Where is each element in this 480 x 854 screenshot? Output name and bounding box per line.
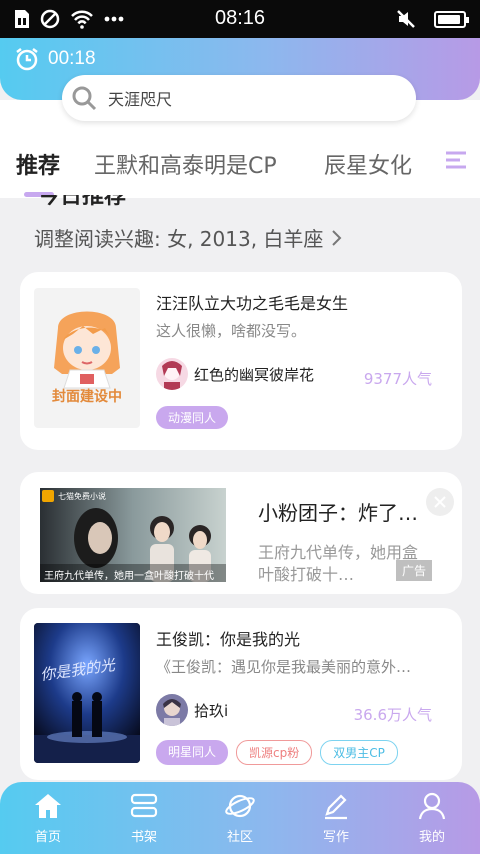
- tab-topic[interactable]: 王默和高泰明是CP: [94, 148, 277, 180]
- tab-recommend[interactable]: 推荐: [16, 148, 60, 180]
- nav-profile[interactable]: 我的: [402, 792, 462, 845]
- filter-menu-icon: [446, 151, 466, 169]
- book-cover[interactable]: 你是我的光: [34, 623, 140, 763]
- book-description: 《王俊凯：遇见你是我最美丽的意外…: [156, 658, 412, 676]
- nav-write[interactable]: 写作: [306, 792, 366, 845]
- book-author[interactable]: 拾玖i: [156, 694, 228, 726]
- book-cover[interactable]: 封面建设中: [34, 288, 140, 428]
- search-icon: [72, 86, 97, 111]
- mute-icon: [397, 10, 415, 28]
- ad-card[interactable]: 七猫免费小说 王府九代单传，她用一盒叶酸打破十代 小粉团子：炸了… 王府九代单传…: [20, 472, 462, 594]
- tabs-menu-button[interactable]: [440, 140, 480, 188]
- interest-settings-link[interactable]: 调整阅读兴趣: 女, 2013, 白羊座: [34, 223, 343, 252]
- anime-girl-placeholder-illustration: [54, 311, 120, 389]
- book-card[interactable]: 你是我的光 王俊凯：你是我的光 《王俊凯：遇见你是我最美丽的意外… 拾玖i 36…: [20, 608, 462, 780]
- battery-icon: [434, 10, 469, 28]
- popularity-count: 36.6万人气: [353, 706, 432, 724]
- stage-silhouette-illustration: [34, 623, 140, 763]
- popularity-count: 9377人气: [363, 370, 432, 388]
- nav-label: 写作: [322, 830, 349, 845]
- timer-value: 00:18: [48, 48, 96, 69]
- tag-chip[interactable]: 凯源cp粉: [236, 740, 313, 765]
- ad-image-caption: 王府九代单传，她用一盒叶酸打破十代: [44, 571, 214, 582]
- search-input[interactable]: 天涯咫尺: [62, 75, 416, 121]
- close-icon: [434, 496, 446, 508]
- category-tabs: 推荐 王默和高泰明是CP 辰星女化: [0, 148, 480, 188]
- ad-app-badge: 七猫免费小说: [58, 492, 106, 501]
- nav-community[interactable]: 社区: [210, 792, 270, 845]
- home-icon: [35, 794, 61, 818]
- ad-close-button[interactable]: [426, 488, 454, 516]
- planet-icon: [225, 794, 255, 818]
- book-card[interactable]: 封面建设中 汪汪队立大功之毛毛是女生 这人很懒，啥都没写。 红色的幽冥彼岸花 9…: [20, 272, 462, 450]
- bookshelf-icon: [130, 793, 158, 818]
- user-icon: [418, 792, 446, 820]
- section-title: 今日推荐: [38, 195, 127, 209]
- tag-chip[interactable]: 双男主CP: [320, 740, 398, 765]
- reading-timer[interactable]: 00:18: [14, 46, 96, 72]
- alarm-clock-icon: [16, 48, 38, 71]
- cover-placeholder-text: 封面建设中: [52, 389, 122, 405]
- tag-chip[interactable]: 明星同人: [156, 740, 229, 765]
- status-bar: 08:16: [0, 0, 480, 38]
- tag-chip[interactable]: 动漫同人: [156, 406, 229, 429]
- book-description: 这人很懒，啥都没写。: [156, 322, 307, 340]
- ad-label: 广告: [395, 560, 432, 581]
- book-title[interactable]: 王俊凯：你是我的光: [156, 626, 300, 650]
- tab-category[interactable]: 辰星女化: [324, 148, 412, 180]
- ad-image[interactable]: 七猫免费小说 王府九代单传，她用一盒叶酸打破十代: [40, 488, 226, 582]
- book-title[interactable]: 汪汪队立大功之毛毛是女生: [156, 290, 348, 314]
- nav-label: 首页: [34, 830, 61, 845]
- ad-title[interactable]: 小粉团子：炸了…: [258, 497, 418, 526]
- avatar: [156, 694, 188, 726]
- author-name: 拾玖i: [194, 701, 229, 720]
- nav-label: 社区: [226, 830, 253, 845]
- nav-label: 我的: [418, 830, 445, 845]
- avatar: [156, 358, 188, 390]
- nav-home[interactable]: 首页: [18, 792, 78, 845]
- nav-label: 书架: [130, 830, 157, 845]
- interest-text: 调整阅读兴趣: 女, 2013, 白羊座: [34, 227, 324, 251]
- pen-icon: [325, 794, 347, 820]
- bottom-navigation: 首页 书架 社区 写作 我的: [0, 782, 480, 854]
- book-author[interactable]: 红色的幽冥彼岸花: [156, 358, 314, 390]
- chevron-right-icon: [332, 229, 342, 246]
- nav-bookshelf[interactable]: 书架: [114, 792, 174, 845]
- search-placeholder: 天涯咫尺: [108, 90, 173, 109]
- author-name: 红色的幽冥彼岸花: [194, 365, 315, 384]
